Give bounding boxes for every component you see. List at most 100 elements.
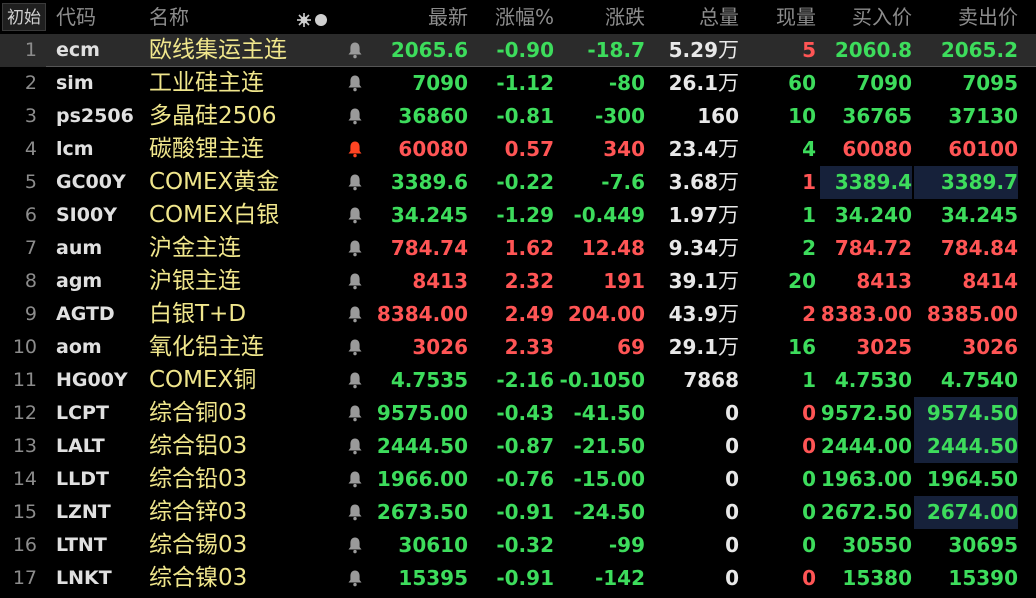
bid-price: 4.7530 bbox=[834, 368, 912, 392]
column-header-ask[interactable]: 卖出价 bbox=[958, 0, 1018, 34]
current-volume: 2 bbox=[802, 302, 816, 326]
change-amount: -0.449 bbox=[573, 203, 645, 227]
reset-button[interactable]: 初始 bbox=[2, 3, 46, 31]
quote-board: 初始 代码 名称 最新 涨幅% 涨跌 总量 现量 买入价 卖出价 1 ecm 欧线集… bbox=[0, 0, 1036, 598]
alert-bell-icon[interactable] bbox=[347, 140, 365, 158]
total-volume: 23.4万 bbox=[669, 133, 739, 166]
quote-row[interactable]: 9 AGTD 白银T+D 8384.00 2.49 204.00 43.9万 2 8383.00… bbox=[0, 298, 1036, 331]
contract-code: ecm bbox=[56, 39, 100, 61]
alert-bell-icon[interactable] bbox=[347, 239, 365, 257]
quote-row[interactable]: 14 LLDT 综合铅03 1966.00 -0.76 -15.00 0 0 1963.00 19… bbox=[0, 463, 1036, 496]
quote-row[interactable]: 2 sim 工业硅主连 7090 -1.12 -80 26.1万 60 7090 7095 bbox=[0, 67, 1036, 100]
quote-row[interactable]: 4 lcm 碳酸锂主连 60080 0.57 340 23.4万 4 60080 60100 bbox=[0, 133, 1036, 166]
row-index: 15 bbox=[12, 501, 37, 523]
change-amount: -24.50 bbox=[573, 500, 645, 524]
row-index: 7 bbox=[24, 237, 37, 259]
contract-code: agm bbox=[56, 270, 103, 292]
last-price: 36860 bbox=[398, 104, 468, 128]
alert-bell-icon[interactable] bbox=[347, 503, 365, 521]
contract-code: aum bbox=[56, 237, 103, 259]
column-header-change[interactable]: 涨跌 bbox=[605, 0, 645, 34]
change-amount: 204.00 bbox=[567, 302, 645, 326]
total-volume-value: 3.68 bbox=[668, 170, 718, 194]
alert-bell-icon[interactable] bbox=[347, 206, 365, 224]
row-index: 8 bbox=[24, 270, 37, 292]
quote-row[interactable]: 12 LCPT 综合铜03 9575.00 -0.43 -41.50 0 0 9572.50 95… bbox=[0, 397, 1036, 430]
change-percent: -2.16 bbox=[496, 368, 554, 392]
total-volume: 7868 bbox=[683, 364, 739, 397]
total-volume-unit: 万 bbox=[718, 203, 739, 227]
alert-bell-icon[interactable] bbox=[347, 305, 365, 323]
ask-price: 34.245 bbox=[940, 203, 1018, 227]
contract-name: 白银T+D bbox=[149, 301, 247, 327]
quote-row[interactable]: 5 GC00Y COMEX黄金 3389.6 -0.22 -7.6 3.68万 1 3389.4… bbox=[0, 166, 1036, 199]
contract-code: AGTD bbox=[56, 303, 115, 325]
alert-bell-icon[interactable] bbox=[347, 41, 365, 59]
total-volume-unit: 万 bbox=[718, 302, 739, 326]
alert-bell-icon[interactable] bbox=[347, 569, 365, 587]
quote-row[interactable]: 6 SI00Y COMEX白银 34.245 -1.29 -0.449 1.97万 1 34.2… bbox=[0, 199, 1036, 232]
bid-price: 2060.8 bbox=[834, 38, 912, 62]
quote-row[interactable]: 8 agm 沪银主连 8413 2.32 191 39.1万 20 8413 8414 bbox=[0, 265, 1036, 298]
total-volume-value: 0 bbox=[725, 566, 739, 590]
total-volume: 0 bbox=[725, 463, 739, 496]
quote-row[interactable]: 10 aom 氧化铝主连 3026 2.33 69 29.1万 16 3025 3026 bbox=[0, 331, 1036, 364]
quote-row[interactable]: 11 HG00Y COMEX铜 4.7535 -2.16 -0.1050 7868 1 4.75… bbox=[0, 364, 1036, 397]
alert-bell-icon[interactable] bbox=[347, 74, 365, 92]
quote-row[interactable]: 15 LZNT 综合锌03 2673.50 -0.91 -24.50 0 0 2672.50 26… bbox=[0, 496, 1036, 529]
total-volume-value: 43.9 bbox=[668, 302, 718, 326]
alert-bell-icon[interactable] bbox=[347, 272, 365, 290]
bid-price: 3389.4 bbox=[820, 166, 912, 199]
total-volume-value: 29.1 bbox=[668, 335, 718, 359]
total-volume-value: 26.1 bbox=[668, 71, 718, 95]
column-header-bid[interactable]: 买入价 bbox=[852, 0, 912, 34]
column-header-volume[interactable]: 总量 bbox=[699, 0, 739, 34]
last-price: 784.74 bbox=[390, 236, 468, 260]
alert-bell-icon[interactable] bbox=[347, 404, 365, 422]
quote-row[interactable]: 13 LALT 综合铝03 2444.50 -0.87 -21.50 0 0 2444.00 24… bbox=[0, 430, 1036, 463]
last-price: 8384.00 bbox=[376, 302, 468, 326]
ask-price: 8385.00 bbox=[926, 302, 1018, 326]
bid-price: 34.240 bbox=[834, 203, 912, 227]
alert-bell-icon[interactable] bbox=[347, 107, 365, 125]
column-header-name[interactable]: 名称 bbox=[149, 0, 189, 34]
alert-bell-icon[interactable] bbox=[347, 371, 365, 389]
quote-row[interactable]: 3 ps2506 多晶硅2506 36860 -0.81 -300 160 10 36765 37… bbox=[0, 100, 1036, 133]
bid-price: 3025 bbox=[856, 335, 912, 359]
total-volume-unit: 万 bbox=[718, 137, 739, 161]
total-volume-value: 5.29 bbox=[668, 38, 718, 62]
quote-row[interactable]: 1 ecm 欧线集运主连 2065.6 -0.90 -18.7 5.29万 5 2060.8 20… bbox=[0, 34, 1036, 67]
change-percent: -0.22 bbox=[496, 170, 554, 194]
current-volume: 4 bbox=[802, 137, 816, 161]
bid-price: 36765 bbox=[842, 104, 912, 128]
contract-code: GC00Y bbox=[56, 171, 126, 193]
alert-bell-icon[interactable] bbox=[347, 338, 365, 356]
last-price: 3389.6 bbox=[390, 170, 468, 194]
quote-row[interactable]: 16 LTNT 综合锡03 30610 -0.32 -99 0 0 30550 30695 bbox=[0, 529, 1036, 562]
quote-row[interactable]: 17 LNKT 综合镍03 15395 -0.91 -142 0 0 15380 15390 bbox=[0, 562, 1036, 595]
sun-dot-toggle-icon[interactable] bbox=[296, 9, 330, 27]
column-header-pct[interactable]: 涨幅% bbox=[495, 0, 554, 34]
bid-price: 9572.50 bbox=[820, 401, 912, 425]
total-volume-value: 9.34 bbox=[668, 236, 718, 260]
total-volume-value: 0 bbox=[725, 467, 739, 491]
alert-bell-icon[interactable] bbox=[347, 470, 365, 488]
change-amount: -21.50 bbox=[573, 434, 645, 458]
current-volume: 0 bbox=[802, 533, 816, 557]
row-index: 13 bbox=[12, 435, 37, 457]
bid-price: 15380 bbox=[842, 566, 912, 590]
column-header-last[interactable]: 最新 bbox=[428, 0, 468, 34]
contract-code: LTNT bbox=[56, 534, 107, 556]
alert-bell-icon[interactable] bbox=[347, 536, 365, 554]
column-header-row: 初始 代码 名称 最新 涨幅% 涨跌 总量 现量 买入价 卖出价 bbox=[0, 0, 1036, 34]
total-volume-value: 160 bbox=[697, 104, 739, 128]
column-header-current-volume[interactable]: 现量 bbox=[776, 0, 816, 34]
quote-row[interactable]: 7 aum 沪金主连 784.74 1.62 12.48 9.34万 2 784.72 784.8… bbox=[0, 232, 1036, 265]
change-amount: -142 bbox=[594, 566, 645, 590]
alert-bell-icon[interactable] bbox=[347, 173, 365, 191]
row-index: 12 bbox=[12, 402, 37, 424]
column-header-code[interactable]: 代码 bbox=[56, 0, 96, 34]
alert-bell-icon[interactable] bbox=[347, 437, 365, 455]
row-index: 4 bbox=[24, 138, 37, 160]
contract-code: LZNT bbox=[56, 501, 111, 523]
